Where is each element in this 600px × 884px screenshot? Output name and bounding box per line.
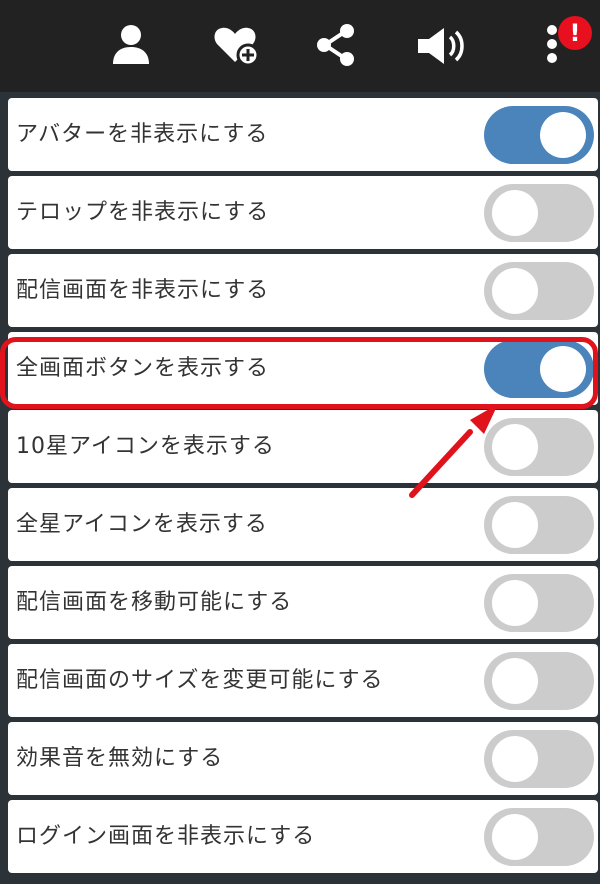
toggle-knob bbox=[540, 346, 586, 392]
setting-toggle[interactable] bbox=[484, 106, 594, 164]
setting-label: アバターを非表示にする bbox=[16, 122, 269, 147]
setting-label: 配信画面を非表示にする bbox=[16, 278, 270, 303]
setting-label: 全星アイコンを表示する bbox=[16, 512, 268, 537]
setting-toggle[interactable] bbox=[484, 574, 594, 632]
toggle-knob bbox=[492, 736, 538, 782]
setting-label: 全画面ボタンを表示する bbox=[16, 356, 270, 381]
toggle-knob bbox=[540, 112, 586, 158]
setting-label: 効果音を無効にする bbox=[16, 746, 224, 771]
setting-row: 配信画面を非表示にする bbox=[8, 254, 598, 327]
setting-toggle[interactable] bbox=[484, 340, 594, 398]
setting-toggle[interactable] bbox=[484, 496, 594, 554]
top-toolbar: ! bbox=[0, 0, 600, 92]
setting-label: テロップを非表示にする bbox=[16, 200, 270, 225]
setting-row: 全星アイコンを表示する bbox=[8, 488, 598, 561]
favorite-add-icon[interactable] bbox=[209, 18, 265, 74]
share-icon[interactable] bbox=[308, 18, 364, 74]
toggle-knob bbox=[492, 658, 538, 704]
setting-row: ログイン画面を非表示にする bbox=[8, 800, 598, 873]
setting-label: ログイン画面を非表示にする bbox=[16, 824, 316, 849]
setting-row: 全画面ボタンを表示する bbox=[8, 332, 598, 405]
notification-badge: ! bbox=[558, 16, 592, 50]
setting-toggle[interactable] bbox=[484, 652, 594, 710]
setting-toggle[interactable] bbox=[484, 730, 594, 788]
setting-row: 配信画面のサイズを変更可能にする bbox=[8, 644, 598, 717]
setting-label: 10星アイコンを表示する bbox=[16, 434, 275, 459]
toggle-knob bbox=[492, 814, 538, 860]
setting-row: アバターを非表示にする bbox=[8, 98, 598, 171]
volume-icon[interactable] bbox=[414, 18, 470, 74]
setting-toggle[interactable] bbox=[484, 418, 594, 476]
setting-toggle[interactable] bbox=[484, 808, 594, 866]
setting-label: 配信画面のサイズを変更可能にする bbox=[16, 668, 384, 693]
toggle-knob bbox=[492, 580, 538, 626]
setting-toggle[interactable] bbox=[484, 262, 594, 320]
settings-list: アバターを非表示にする テロップを非表示にする 配信画面を非表示にする 全画面ボタンを… bbox=[8, 98, 598, 878]
setting-row: 効果音を無効にする bbox=[8, 722, 598, 795]
setting-row: テロップを非表示にする bbox=[8, 176, 598, 249]
toggle-knob bbox=[492, 502, 538, 548]
toggle-knob bbox=[492, 268, 538, 314]
toggle-knob bbox=[492, 190, 538, 236]
setting-toggle[interactable] bbox=[484, 184, 594, 242]
user-icon[interactable] bbox=[103, 18, 159, 74]
toggle-knob bbox=[492, 424, 538, 470]
setting-label: 配信画面を移動可能にする bbox=[16, 590, 293, 615]
setting-row: 10星アイコンを表示する bbox=[8, 410, 598, 483]
setting-row: 配信画面を移動可能にする bbox=[8, 566, 598, 639]
